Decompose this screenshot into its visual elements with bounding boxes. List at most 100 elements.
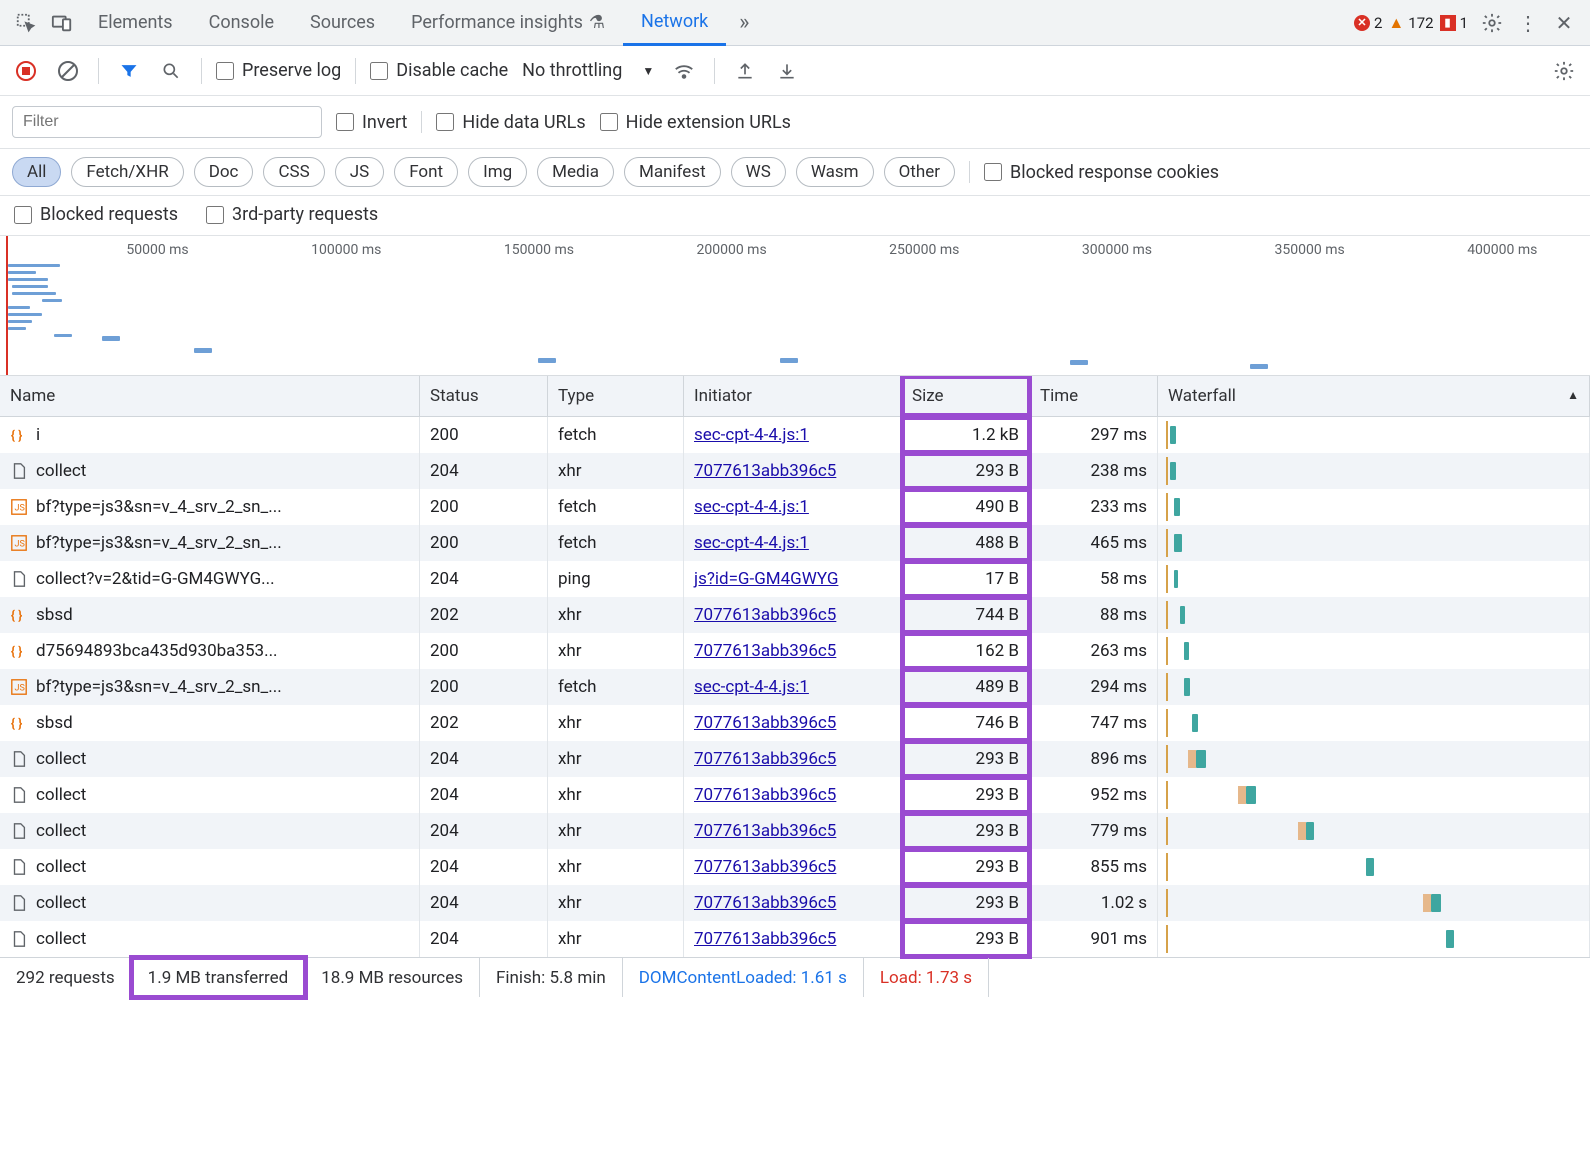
table-row[interactable]: collect204xhr7077613abb396c5293 B1.02 s (0, 885, 1590, 921)
request-initiator[interactable]: sec-cpt-4-4.js:1 (684, 489, 902, 525)
chip-manifest[interactable]: Manifest (624, 157, 721, 187)
tab-console[interactable]: Console (191, 0, 292, 46)
table-row[interactable]: collect?v=2&tid=G-GM4GWYG...204pingjs?id… (0, 561, 1590, 597)
kebab-icon[interactable]: ⋮ (1510, 5, 1546, 41)
record-button[interactable] (10, 55, 42, 87)
more-tabs-icon[interactable]: » (726, 5, 762, 41)
chip-media[interactable]: Media (537, 157, 614, 187)
blocked-requests-checkbox[interactable]: Blocked requests (14, 204, 178, 225)
timeline-overview[interactable]: 50000 ms100000 ms150000 ms200000 ms25000… (0, 236, 1590, 376)
request-initiator[interactable]: sec-cpt-4-4.js:1 (684, 525, 902, 561)
request-initiator[interactable]: 7077613abb396c5 (684, 633, 902, 669)
col-waterfall[interactable]: Waterfall▲ (1158, 376, 1590, 416)
svg-text:JS: JS (15, 684, 25, 694)
invert-checkbox[interactable]: Invert (336, 112, 407, 133)
chip-img[interactable]: Img (468, 157, 527, 187)
hide-data-urls-checkbox[interactable]: Hide data URLs (436, 112, 585, 133)
chip-other[interactable]: Other (884, 157, 955, 187)
table-row[interactable]: JSbf?type=js3&sn=v_4_srv_2_sn_...200fetc… (0, 669, 1590, 705)
request-status: 200 (420, 669, 548, 705)
col-size[interactable]: Size (902, 376, 1030, 416)
request-initiator[interactable]: 7077613abb396c5 (684, 453, 902, 489)
preserve-log-checkbox[interactable]: Preserve log (216, 60, 341, 81)
request-size: 490 B (902, 489, 1030, 525)
request-initiator[interactable]: 7077613abb396c5 (684, 849, 902, 885)
chip-font[interactable]: Font (394, 157, 458, 187)
table-row[interactable]: collect204xhr7077613abb396c5293 B896 ms (0, 741, 1590, 777)
upload-icon[interactable] (729, 55, 761, 87)
tab-network[interactable]: Network (623, 0, 726, 46)
request-initiator[interactable]: 7077613abb396c5 (684, 885, 902, 921)
request-size: 17 B (902, 561, 1030, 597)
request-size: 293 B (902, 741, 1030, 777)
request-type: xhr (548, 849, 684, 885)
request-initiator[interactable]: 7077613abb396c5 (684, 741, 902, 777)
request-name: bf?type=js3&sn=v_4_srv_2_sn_... (36, 497, 282, 517)
clear-button[interactable] (52, 55, 84, 87)
table-row[interactable]: collect204xhr7077613abb396c5293 B952 ms (0, 777, 1590, 813)
table-row[interactable]: collect204xhr7077613abb396c5293 B901 ms (0, 921, 1590, 957)
chip-doc[interactable]: Doc (194, 157, 254, 187)
chip-all[interactable]: All (12, 157, 61, 187)
search-icon[interactable] (155, 55, 187, 87)
request-initiator[interactable]: 7077613abb396c5 (684, 777, 902, 813)
filter-input[interactable] (12, 106, 322, 138)
requests-count: 292 requests (0, 958, 132, 997)
close-icon[interactable]: ✕ (1546, 5, 1582, 41)
request-initiator[interactable]: sec-cpt-4-4.js:1 (684, 669, 902, 705)
request-initiator[interactable]: js?id=G-GM4GWYG (684, 561, 902, 597)
request-initiator[interactable]: sec-cpt-4-4.js:1 (684, 417, 902, 453)
device-toggle-icon[interactable] (44, 5, 80, 41)
inspect-icon[interactable] (8, 5, 44, 41)
hide-extension-urls-checkbox[interactable]: Hide extension URLs (600, 112, 791, 133)
issue-count[interactable]: ▮1 (1440, 14, 1468, 32)
col-initiator[interactable]: Initiator (684, 376, 902, 416)
table-row[interactable]: collect204xhr7077613abb396c5293 B855 ms (0, 849, 1590, 885)
col-status[interactable]: Status (420, 376, 548, 416)
table-row[interactable]: JSbf?type=js3&sn=v_4_srv_2_sn_...200fetc… (0, 489, 1590, 525)
chip-ws[interactable]: WS (731, 157, 786, 187)
request-type: xhr (548, 597, 684, 633)
col-time[interactable]: Time (1030, 376, 1158, 416)
tab-sources[interactable]: Sources (292, 0, 393, 46)
request-initiator[interactable]: 7077613abb396c5 (684, 813, 902, 849)
throttling-select[interactable]: No throttling▼ (518, 60, 658, 81)
chip-fetch-xhr[interactable]: Fetch/XHR (71, 157, 183, 187)
table-row[interactable]: { }i200fetchsec-cpt-4-4.js:11.2 kB297 ms (0, 417, 1590, 453)
table-row[interactable]: { }d75694893bca435d930ba353...200xhr7077… (0, 633, 1590, 669)
table-row[interactable]: JSbf?type=js3&sn=v_4_srv_2_sn_...200fetc… (0, 525, 1590, 561)
request-time: 1.02 s (1030, 885, 1158, 921)
col-type[interactable]: Type (548, 376, 684, 416)
table-row[interactable]: collect204xhr7077613abb396c5293 B779 ms (0, 813, 1590, 849)
disable-cache-checkbox[interactable]: Disable cache (370, 60, 508, 81)
request-initiator[interactable]: 7077613abb396c5 (684, 705, 902, 741)
request-initiator[interactable]: 7077613abb396c5 (684, 597, 902, 633)
blocked-cookies-checkbox[interactable]: Blocked response cookies (984, 162, 1219, 183)
col-name[interactable]: Name (0, 376, 420, 416)
warning-count[interactable]: ▲172 (1388, 13, 1433, 33)
download-icon[interactable] (771, 55, 803, 87)
request-time: 855 ms (1030, 849, 1158, 885)
table-row[interactable]: collect204xhr7077613abb396c5293 B238 ms (0, 453, 1590, 489)
filter-toggle-icon[interactable] (113, 55, 145, 87)
settings-icon[interactable] (1474, 5, 1510, 41)
request-waterfall (1158, 561, 1590, 597)
request-status: 204 (420, 849, 548, 885)
tab-elements[interactable]: Elements (80, 0, 191, 46)
request-type: fetch (548, 669, 684, 705)
tab-performance-insights[interactable]: Performance insights⚗ (393, 0, 623, 46)
network-conditions-icon[interactable] (668, 55, 700, 87)
table-row[interactable]: { }sbsd202xhr7077613abb396c5746 B747 ms (0, 705, 1590, 741)
request-waterfall (1158, 597, 1590, 633)
request-initiator[interactable]: 7077613abb396c5 (684, 921, 902, 957)
chip-wasm[interactable]: Wasm (796, 157, 874, 187)
chip-js[interactable]: JS (335, 157, 384, 187)
network-settings-icon[interactable] (1548, 55, 1580, 87)
error-count[interactable]: ✕2 (1354, 14, 1382, 32)
chip-css[interactable]: CSS (263, 157, 324, 187)
request-name: bf?type=js3&sn=v_4_srv_2_sn_... (36, 533, 282, 553)
table-row[interactable]: { }sbsd202xhr7077613abb396c5744 B88 ms (0, 597, 1590, 633)
third-party-checkbox[interactable]: 3rd-party requests (206, 204, 378, 225)
request-size: 293 B (902, 849, 1030, 885)
transferred-size: 1.9 MB transferred (132, 958, 306, 997)
